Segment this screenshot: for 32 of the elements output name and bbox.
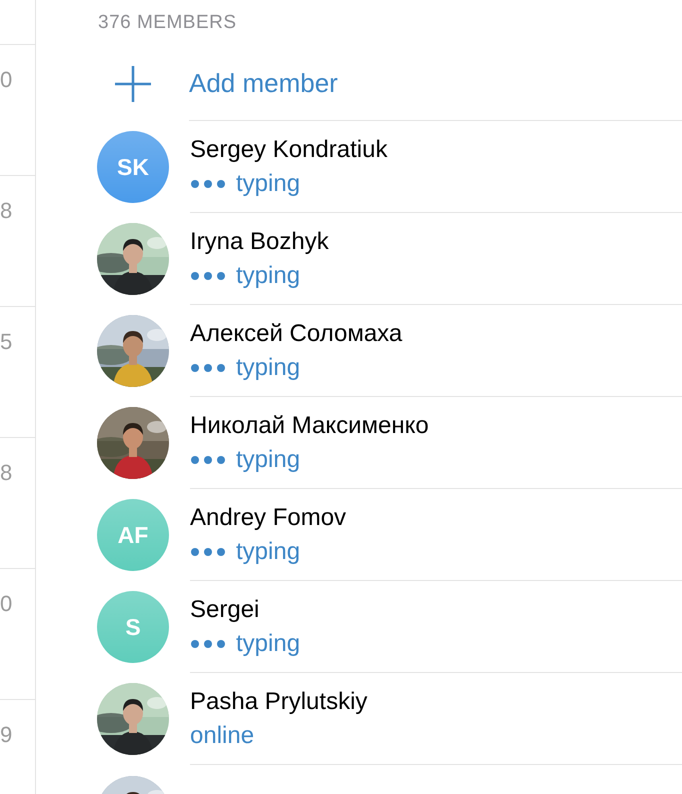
- member-status: typing: [236, 260, 300, 290]
- plus-icon: [113, 64, 153, 104]
- member-status: typing: [236, 628, 300, 658]
- member-status: typing: [236, 444, 300, 474]
- member-status: typing: [236, 168, 300, 198]
- member-name[interactable]: Николай Максименко: [190, 410, 429, 440]
- avatar: AF: [97, 499, 169, 571]
- chat-time-fragment: 0: [0, 67, 12, 93]
- member-status: typing: [236, 352, 300, 382]
- member-name[interactable]: Pasha Prylutskiy: [190, 686, 368, 716]
- member-name[interactable]: Iryna Bozhyk: [190, 226, 329, 256]
- chat-time-fragment: 5: [0, 329, 12, 355]
- member-name[interactable]: Sergei: [190, 594, 260, 624]
- typing-dots-icon: [190, 362, 226, 372]
- add-member-button[interactable]: Add member: [189, 68, 338, 98]
- member-status: online: [190, 720, 254, 750]
- chat-time-fragment: 8: [0, 198, 12, 224]
- members-count-header: 376 MEMBERS: [98, 12, 237, 34]
- member-name[interactable]: Sergey Kondratiuk: [190, 134, 388, 164]
- member-name[interactable]: Алексей Соломаха: [190, 318, 402, 348]
- chat-time-fragment: 8: [0, 460, 12, 486]
- typing-dots-icon: [190, 270, 226, 280]
- chat-time-fragment: 0: [0, 591, 12, 617]
- typing-dots-icon: [190, 638, 226, 648]
- typing-dots-icon: [190, 546, 226, 556]
- avatar: SK: [97, 131, 169, 203]
- typing-dots-icon: [190, 178, 226, 188]
- typing-dots-icon: [190, 454, 226, 464]
- member-status: typing: [236, 536, 300, 566]
- member-name[interactable]: Andrey Fomov: [190, 502, 346, 532]
- chat-time-fragment: 9: [0, 722, 12, 748]
- avatar: S: [97, 591, 169, 663]
